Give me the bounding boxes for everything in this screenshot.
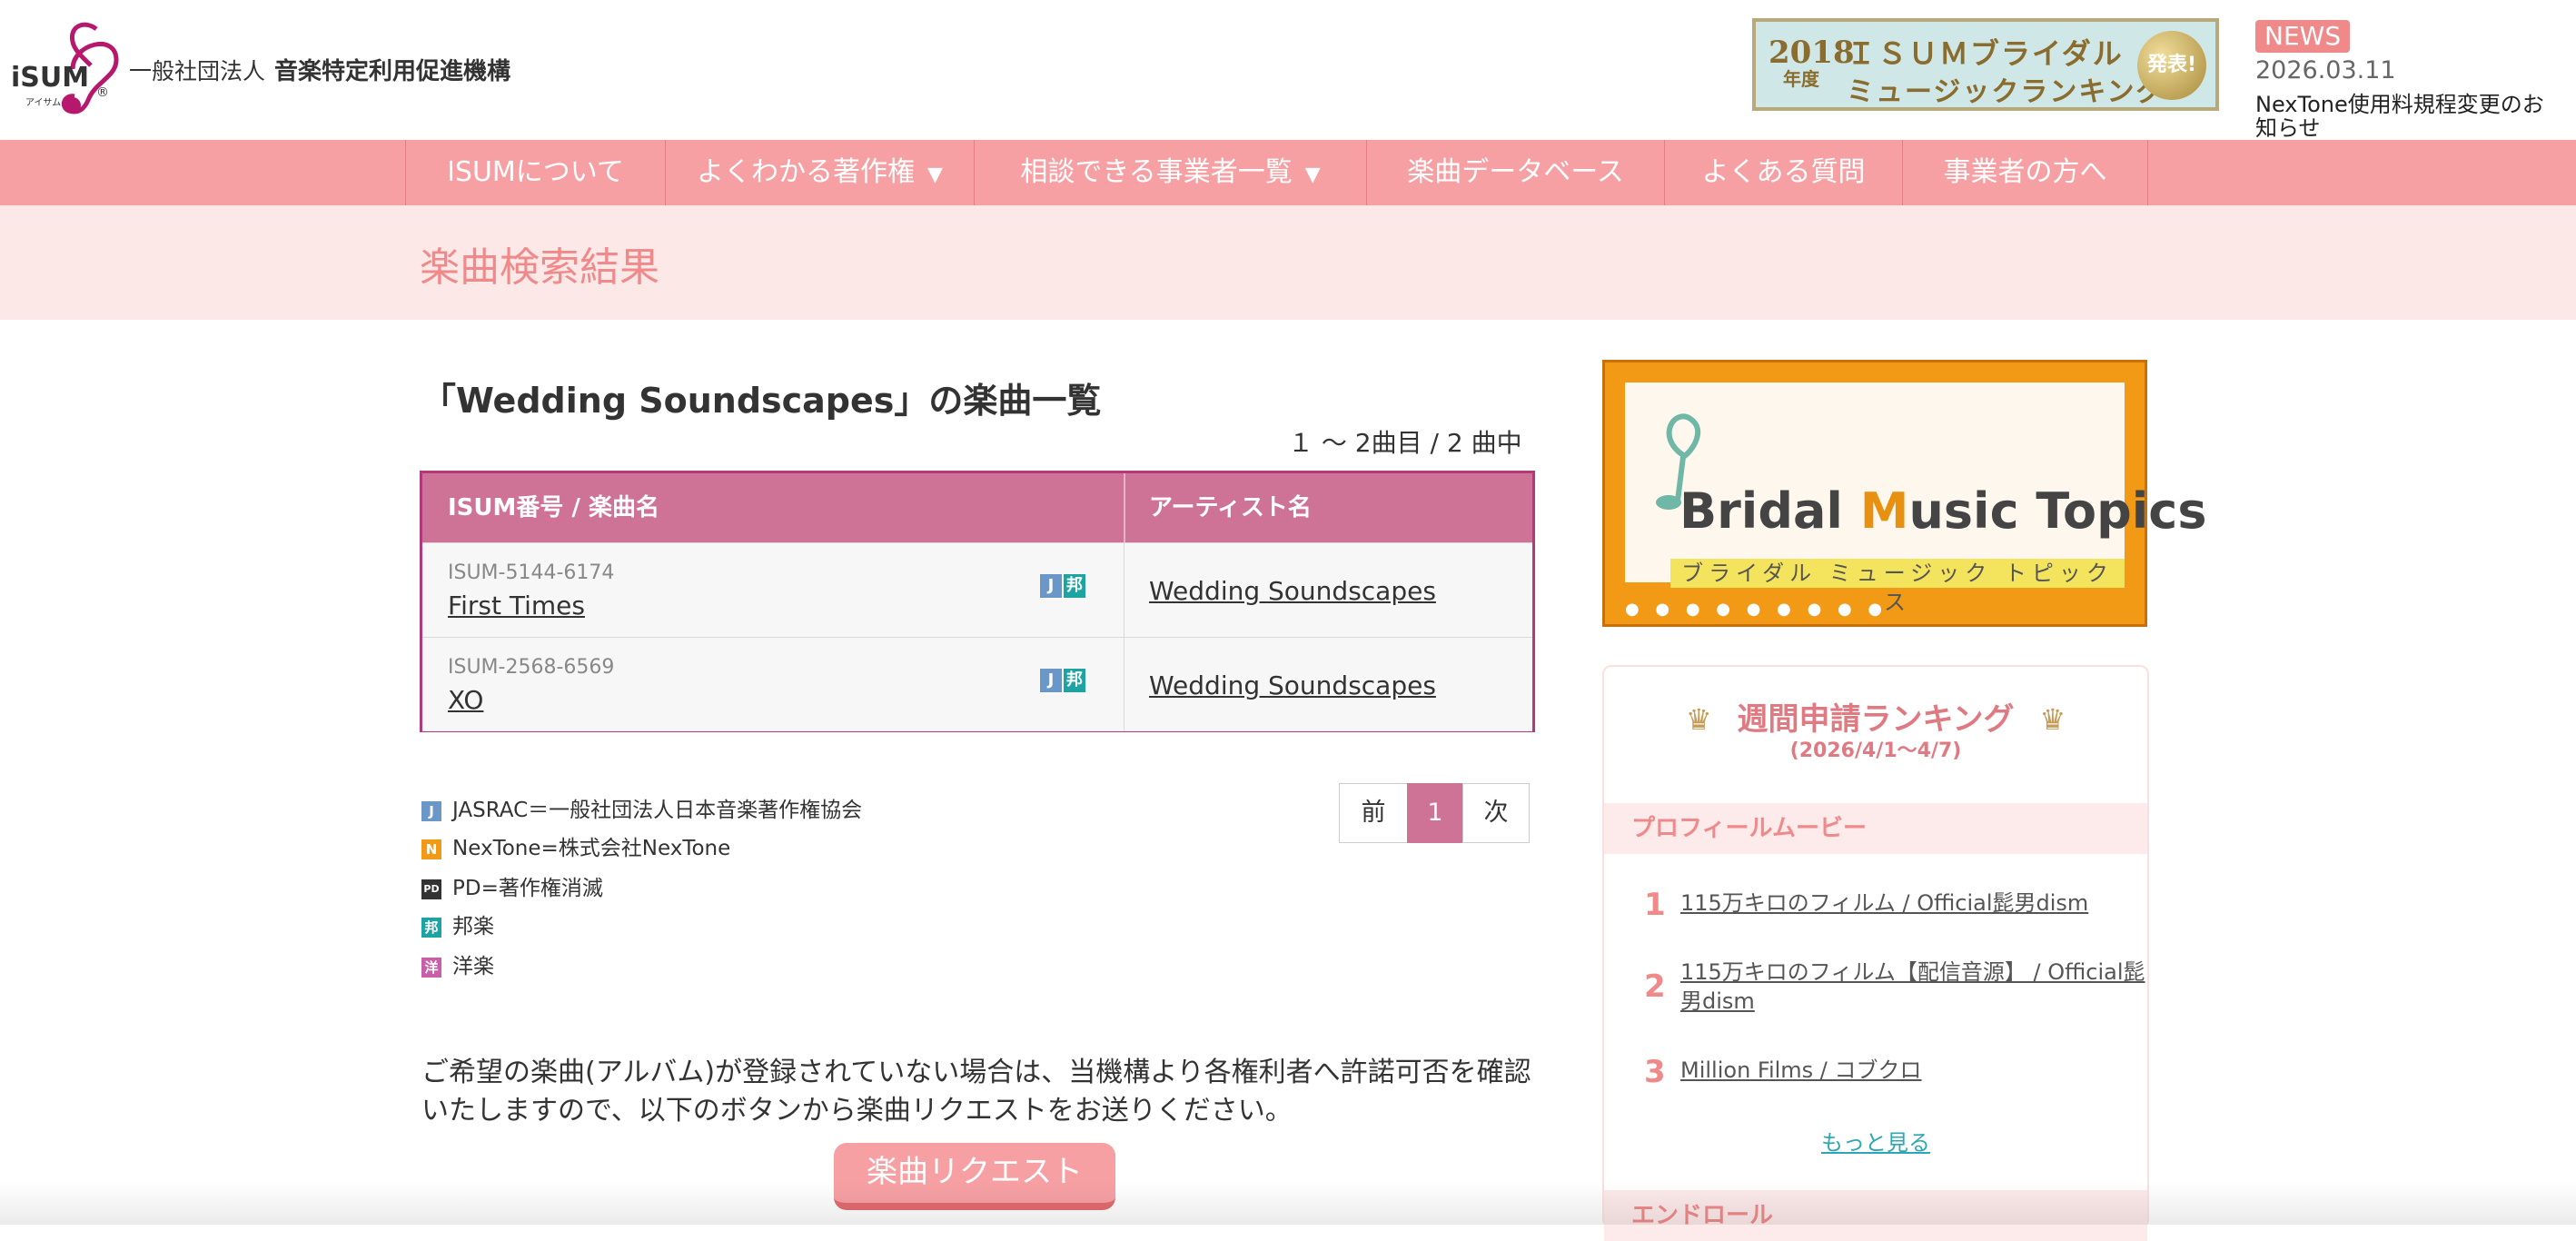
pager-current[interactable]: 1 [1407,783,1463,843]
crown-icon: ♛ [1685,702,1712,737]
column-divider [1124,543,1125,637]
header-divider [1124,473,1125,542]
banner-inner: Bridal Music Topics ブライダル ミュージック トピックス [1625,382,2206,615]
banner-dots: ● ● ● ● ● ● ● ● ● [1625,600,1888,619]
nav-business-list[interactable]: 相談できる事業者一覧 ▼ [974,140,1366,205]
table-row: ISUM-5144-6174 First Times J 邦 Wedding S… [422,542,1532,637]
pager-prev[interactable]: 前 [1339,783,1408,843]
crown-icon: ♛ [2039,702,2066,737]
header-isum-title: ISUM番号 / 楽曲名 [448,494,659,521]
banner-subtitle: ブライダル ミュージック トピックス [1670,559,2125,615]
banner-line2: ミュージックランキング [1847,76,2165,108]
news-date: 2026.03.11 [2255,56,2396,84]
legend-jasrac: J JASRAC＝一般社団法人日本音楽著作権協会 [421,798,862,823]
jasrac-icon: J [1040,574,1062,598]
bridal-ranking-banner[interactable]: 2018 年度 ＩＳＵＭブライダル ミュージックランキング 発表! [1752,18,2219,111]
site-header: iSUM アイサム ® 一般社団法人 音楽特定利用促進機構 2018 年度 ＩＳＵＭ… [0,0,2576,140]
registered-mark: ® [96,85,109,100]
logo-subtext: アイサム [25,98,62,108]
legend-pd: PD PD=著作権消滅 [421,876,603,901]
banner-year: 2018 年度 [1769,35,1855,90]
banner-title: Bridal Music Topics [1679,482,2207,540]
ranking-category: プロフィールムービー [1604,803,2147,854]
announcement-seal: 発表! [2137,31,2206,100]
nav-copyright[interactable]: よくわかる著作権 ▼ [665,140,974,205]
foreign-icon: 洋 [421,957,441,978]
ranking-link[interactable]: 115万キロのフィルム / Official髭男dism [1680,889,2149,918]
ranking-link[interactable]: Million Films / コブクロ [1680,1056,2149,1085]
banner-line1: ＩＳＵＭブライダル [1847,36,2124,71]
song-title-link[interactable]: XO [448,685,483,715]
chevron-down-icon: ▼ [1304,164,1321,186]
main-nav: ISUMについて よくわかる著作権 ▼ 相談できる事業者一覧 ▼ 楽曲データベース … [0,140,2576,205]
nav-for-business[interactable]: 事業者の方へ [1902,140,2147,205]
ranking-period: (2026/4/1〜4/7) [1789,740,1962,762]
bridal-music-topics-banner[interactable]: Bridal Music Topics ブライダル ミュージック トピックス ●… [1602,360,2206,627]
logo-text: iSUM [11,62,90,94]
nav-music-database[interactable]: 楽曲データベース [1366,140,1664,205]
news-link[interactable]: NexTone使用料規程変更のお知らせ [2255,93,2546,140]
org-name: 一般社団法人 音楽特定利用促進機構 [129,53,510,86]
ranking-category: エンドロール [1604,1190,2147,1241]
domestic-icon: 邦 [1064,669,1085,692]
rank-number: 2 [1644,968,1666,1005]
nav-divider [2147,140,2148,205]
news-badge: NEWS [2255,20,2351,53]
pager-next[interactable]: 次 [1462,783,1530,843]
artist-link[interactable]: Wedding Soundscapes [1149,576,1436,606]
table-header: ISUM番号 / 楽曲名 アーティスト名 [422,473,1532,542]
artist-link[interactable]: Wedding Soundscapes [1149,670,1436,700]
isum-number: ISUM-5144-6174 [448,561,615,584]
domestic-icon: 邦 [1064,574,1085,598]
list-heading: 「Wedding Soundscapes」の楽曲一覧 [421,381,1102,421]
result-count: １ 〜 2曲目 / 2 曲中 [1288,428,1522,458]
title-band: 楽曲検索結果 [0,205,2576,320]
isum-number: ISUM-2568-6569 [448,656,615,679]
bottom-shadow [0,1181,2576,1225]
nav-about[interactable]: ISUMについて [405,140,665,205]
org-prefix: 一般社団法人 [129,58,266,84]
nextone-icon: N [421,839,441,859]
song-table: ISUM番号 / 楽曲名 アーティスト名 ISUM-5144-6174 Firs… [420,471,1535,732]
org-title: 音楽特定利用促進機構 [274,58,511,85]
page-title: 楽曲検索結果 [420,244,659,291]
request-text: ご希望の楽曲(アルバム)が登録されていない場合は、当機構より各権利者へ許諾可否を… [421,1057,1531,1127]
isum-logo[interactable]: iSUM アイサム ® [9,16,127,116]
rank-number: 3 [1644,1054,1666,1090]
legend-nextone: N NexTone=株式会社NexTone [421,836,730,861]
ranking-link[interactable]: 115万キロのフィルム【配信音源】 / Official髭男dism [1680,958,2149,1016]
legend-foreign: 洋洋楽 [421,954,494,979]
song-title-link[interactable]: First Times [448,591,585,620]
column-divider [1124,638,1125,731]
jasrac-icon: J [1040,669,1062,692]
weekly-ranking: ♛ 週間申請ランキング ♛ (2026/4/1〜4/7) プロフィールムービー 1 … [1602,665,2149,1241]
domestic-icon: 邦 [421,917,441,938]
table-row: ISUM-2568-6569 XO J 邦 Wedding Soundscape… [422,637,1532,731]
public-domain-icon: PD [421,879,441,899]
more-link[interactable]: もっと見る [1604,1125,2147,1157]
nav-faq[interactable]: よくある質問 [1664,140,1902,205]
song-request-button[interactable]: 楽曲リクエスト [834,1143,1115,1210]
legend-domestic: 邦邦楽 [421,914,494,939]
jasrac-icon: J [421,800,441,821]
header-artist: アーティスト名 [1149,494,1312,521]
rank-number: 1 [1644,887,1666,923]
ranking-title: ♛ 週間申請ランキング ♛ [1685,701,2066,738]
chevron-down-icon: ▼ [927,164,943,186]
